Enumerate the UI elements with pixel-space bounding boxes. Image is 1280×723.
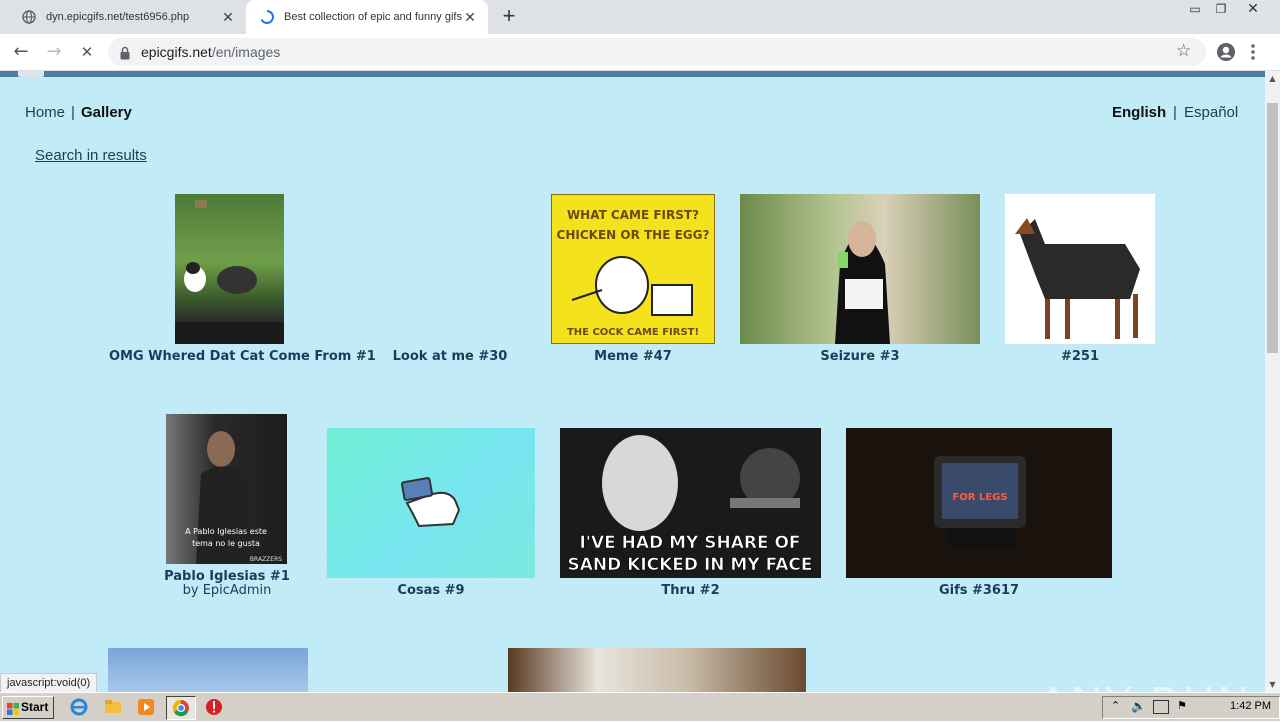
system-tray: ⌃ 🔈 ⚑ 1:42 PM: [1102, 696, 1280, 719]
network-icon[interactable]: [1153, 700, 1169, 714]
forward-button[interactable]: →: [42, 40, 66, 64]
image-text-line-2: tema no le gusta: [192, 539, 260, 548]
gallery-item[interactable]: A Pablo Iglesias este tema no le gusta B…: [157, 414, 297, 604]
volume-icon[interactable]: 🔈: [1131, 699, 1146, 713]
gallery-thumbnail[interactable]: I'VE HAD MY SHARE OF SAND KICKED IN MY F…: [560, 428, 821, 578]
stop-sign-icon[interactable]: [205, 698, 223, 716]
tab-title: dyn.epicgifs.net/test6956.php: [46, 11, 190, 23]
image-brand-text: BRAZZERS: [250, 556, 282, 563]
gallery-caption[interactable]: OMG Whered Dat Cat Come From #1: [109, 349, 376, 364]
tab-epicgifs[interactable]: Best collection of epic and funny gifs ✕: [246, 0, 488, 34]
windows-flag-icon: [7, 701, 19, 715]
site-header-bar: [0, 71, 1265, 77]
search-in-results-link[interactable]: Search in results: [35, 147, 147, 164]
tab-title: Best collection of epic and funny gifs: [284, 11, 462, 23]
image-text: FOR LEGS: [952, 492, 1007, 503]
gallery-thumbnail[interactable]: [327, 428, 535, 578]
back-button[interactable]: ←: [9, 40, 33, 64]
flag-icon[interactable]: ⚑: [1177, 699, 1187, 712]
gallery-item[interactable]: Seizure #3: [740, 194, 980, 369]
meme-text-top-2: CHICKEN OR THE EGG?: [557, 228, 710, 242]
tab-strip: dyn.epicgifs.net/test6956.php ✕ Best col…: [0, 0, 1280, 34]
nav-home-link[interactable]: Home: [25, 104, 65, 121]
meme-text-top-1: WHAT CAME FIRST?: [567, 208, 699, 222]
page-viewport: Home | Gallery English | Español Search …: [0, 71, 1265, 692]
gallery-item[interactable]: WHAT CAME FIRST? CHICKEN OR THE EGG? THE…: [551, 194, 715, 369]
stop-loading-button[interactable]: ✕: [75, 40, 99, 64]
image-text-line-1: I'VE HAD MY SHARE OF: [579, 533, 800, 553]
gallery-caption[interactable]: Pablo Iglesias #1: [157, 569, 297, 584]
gallery-caption[interactable]: Look at me #30: [390, 349, 510, 364]
gallery-thumbnail[interactable]: A Pablo Iglesias este tema no le gusta B…: [166, 414, 287, 564]
new-tab-button[interactable]: +: [498, 5, 520, 28]
url-text: epicgifs.net/en/images: [141, 44, 280, 60]
scrollbar-thumb[interactable]: [1267, 103, 1278, 353]
browser-toolbar: ← → ✕ epicgifs.net/en/images ☆: [0, 34, 1280, 71]
url-host: epicgifs.net: [141, 44, 212, 60]
start-label: Start: [21, 700, 49, 714]
gallery-caption[interactable]: Gifs #3617: [846, 583, 1112, 598]
lock-icon: [120, 45, 130, 60]
gallery-caption[interactable]: Cosas #9: [327, 583, 535, 598]
tab-test-page[interactable]: dyn.epicgifs.net/test6956.php ✕: [8, 0, 246, 34]
nav-gallery-link[interactable]: Gallery: [81, 104, 132, 121]
gallery-thumbnail[interactable]: [1005, 194, 1155, 344]
globe-icon: [22, 10, 36, 24]
gallery-item[interactable]: Look at me #30: [390, 194, 510, 369]
ie-icon[interactable]: [70, 698, 88, 716]
gallery-caption[interactable]: Meme #47: [551, 349, 715, 364]
bookmark-star-icon[interactable]: ☆: [1176, 41, 1191, 61]
gallery-caption[interactable]: #251: [1005, 349, 1155, 364]
close-icon[interactable]: ✕: [462, 9, 478, 25]
loading-spinner-icon: [260, 10, 274, 24]
gallery-byline[interactable]: by EpicAdmin: [157, 583, 297, 598]
scroll-down-arrow-icon[interactable]: ▼: [1265, 677, 1280, 692]
gallery-item[interactable]: Cosas #9: [327, 428, 535, 604]
status-bubble: javascript:void(0): [0, 673, 98, 694]
taskbar: Start ⌃ 🔈 ⚑ 1:42 PM: [0, 692, 1280, 721]
gallery-thumbnail[interactable]: WHAT CAME FIRST? CHICKEN OR THE EGG? THE…: [551, 194, 715, 344]
vertical-scrollbar[interactable]: ▲ ▼: [1265, 71, 1280, 692]
folder-icon[interactable]: [104, 698, 122, 716]
gallery-caption[interactable]: Thru #2: [560, 583, 821, 598]
thumbs-up-icon: [400, 477, 461, 528]
address-bar[interactable]: epicgifs.net/en/images ☆: [108, 38, 1206, 66]
site-logo[interactable]: [18, 71, 44, 77]
gallery-thumbnail[interactable]: [740, 194, 980, 344]
image-text-line-1: A Pablo Iglesias este: [185, 527, 267, 536]
chrome-taskbar-button[interactable]: [166, 696, 196, 720]
clock[interactable]: 1:42 PM: [1230, 700, 1271, 712]
tray-expand-icon[interactable]: ⌃: [1111, 699, 1120, 712]
gallery-caption[interactable]: Seizure #3: [740, 349, 980, 364]
window-close-button[interactable]: ✕: [1242, 0, 1264, 18]
gallery-thumbnail[interactable]: [508, 648, 806, 692]
start-button[interactable]: Start: [2, 696, 54, 719]
url-path: /en/images: [211, 44, 281, 60]
profile-icon[interactable]: [1216, 42, 1236, 62]
restore-button[interactable]: ❐: [1210, 0, 1232, 18]
close-icon[interactable]: ✕: [220, 9, 236, 25]
menu-dots-icon[interactable]: [1250, 42, 1256, 62]
gallery-item[interactable]: I'VE HAD MY SHARE OF SAND KICKED IN MY F…: [560, 428, 821, 604]
scroll-up-arrow-icon[interactable]: ▲: [1265, 71, 1280, 86]
media-player-icon[interactable]: [137, 698, 155, 716]
minimize-button[interactable]: ▭: [1184, 0, 1206, 18]
lang-separator: |: [1173, 104, 1177, 121]
gallery-item[interactable]: OMG Whered Dat Cat Come From #1: [109, 194, 376, 369]
gallery-thumbnail[interactable]: [175, 194, 284, 344]
gallery-thumbnail[interactable]: FOR LEGS: [846, 428, 1112, 578]
lang-spanish-link[interactable]: Español: [1184, 104, 1238, 121]
image-text-line-2: SAND KICKED IN MY FACE: [568, 555, 813, 575]
gallery-item[interactable]: FOR LEGS Gifs #3617: [846, 428, 1112, 604]
lang-english-link[interactable]: English: [1112, 104, 1166, 121]
gallery-thumbnail[interactable]: [108, 648, 308, 692]
watermark-text: ANY RUN: [1038, 679, 1252, 692]
meme-text-bottom: THE COCK CAME FIRST!: [567, 327, 699, 338]
nav-separator: |: [71, 104, 75, 121]
gallery-item[interactable]: #251: [1005, 194, 1155, 369]
